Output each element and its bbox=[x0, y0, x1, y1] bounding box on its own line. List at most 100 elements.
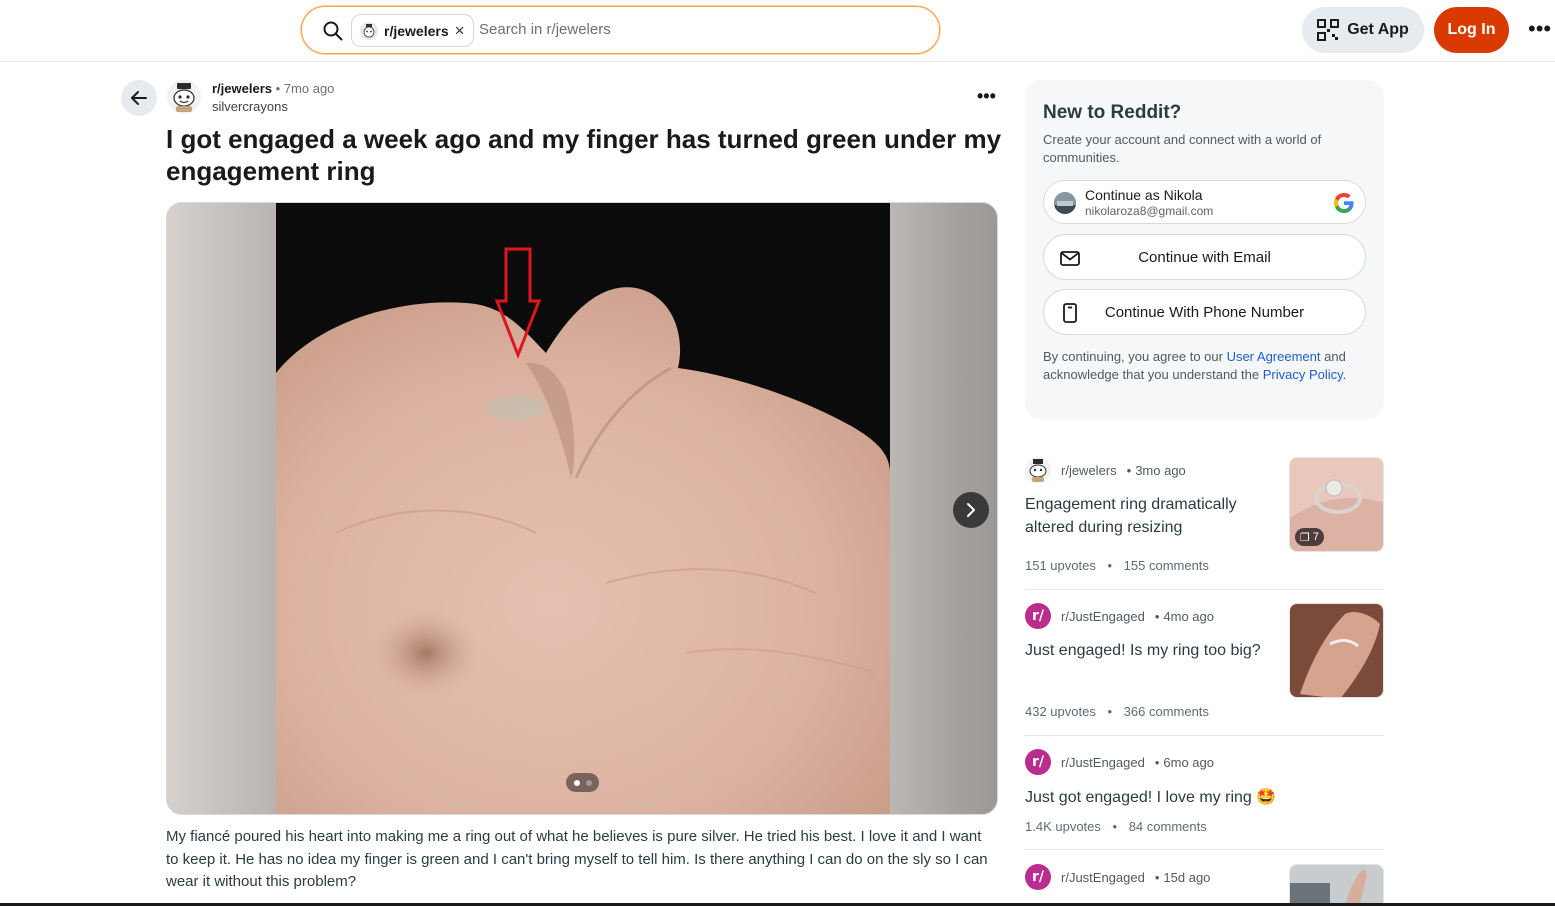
stats-separator: • bbox=[1107, 558, 1113, 573]
privacy-policy-link[interactable]: Privacy Policy bbox=[1263, 367, 1343, 382]
related-post-stats: 1.4K upvotes • 84 comments bbox=[1025, 819, 1207, 834]
carousel-indicator bbox=[566, 773, 599, 792]
post-author[interactable]: silvercrayons bbox=[212, 99, 288, 114]
search-input[interactable]: Search in r/jewelers bbox=[479, 21, 611, 38]
related-upvotes: 151 upvotes bbox=[1025, 558, 1096, 573]
legal-prefix: By continuing, you agree to our bbox=[1043, 349, 1227, 364]
top-bar: r/jewelers × Search in r/jewelers Get Ap… bbox=[0, 0, 1555, 62]
related-time: 4mo ago bbox=[1163, 608, 1214, 624]
meta-separator: • bbox=[1154, 608, 1160, 624]
post-meta: r/jewelers • 7mo ago bbox=[212, 81, 334, 96]
meta-separator: • bbox=[1154, 869, 1160, 885]
user-agreement-link[interactable]: User Agreement bbox=[1227, 349, 1321, 364]
related-subreddit[interactable]: r/JustEngaged bbox=[1061, 755, 1145, 770]
post-media-carousel[interactable] bbox=[166, 202, 998, 815]
justengaged-avatar-icon: r/ bbox=[1025, 749, 1051, 775]
get-app-label: Get App bbox=[1347, 21, 1409, 38]
stats-separator: • bbox=[1107, 704, 1113, 719]
carousel-next-button[interactable] bbox=[953, 492, 989, 528]
post-options-icon[interactable]: ••• bbox=[977, 86, 996, 107]
post-subreddit-link[interactable]: r/jewelers bbox=[212, 81, 272, 96]
subreddit-avatar-icon bbox=[360, 21, 378, 40]
continue-with-email-button[interactable]: Continue with Email bbox=[1043, 234, 1366, 280]
related-subreddit[interactable]: r/jewelers bbox=[1061, 463, 1117, 478]
log-in-button[interactable]: Log In bbox=[1434, 7, 1509, 53]
meta-separator: • bbox=[275, 81, 281, 96]
chip-close-icon[interactable]: × bbox=[455, 22, 465, 39]
justengaged-avatar-icon: r/ bbox=[1025, 603, 1051, 629]
search-icon bbox=[323, 21, 343, 41]
divider bbox=[1025, 735, 1384, 736]
arrow-left-icon bbox=[131, 91, 147, 105]
google-account-name: Continue as Nikola bbox=[1085, 187, 1203, 203]
related-comments: 84 comments bbox=[1128, 819, 1207, 834]
related-comments: 155 comments bbox=[1123, 558, 1209, 573]
related-upvotes: 1.4K upvotes bbox=[1025, 819, 1101, 834]
justengaged-avatar-icon: r/ bbox=[1025, 864, 1051, 890]
back-button[interactable] bbox=[121, 80, 157, 116]
stats-separator: • bbox=[1112, 819, 1118, 834]
signup-title: New to Reddit? bbox=[1043, 102, 1182, 123]
hand-thumbnail-image bbox=[1290, 604, 1383, 697]
hand-photo bbox=[276, 203, 890, 814]
gallery-count: 7 bbox=[1312, 531, 1319, 543]
qr-code-icon bbox=[1317, 19, 1340, 41]
related-upvotes: 432 upvotes bbox=[1025, 704, 1096, 719]
legal-text: By continuing, you agree to our User Agr… bbox=[1043, 348, 1363, 384]
subreddit-search-chip[interactable]: r/jewelers × bbox=[351, 14, 474, 47]
related-post-meta: r/ r/JustEngaged • 4mo ago bbox=[1025, 603, 1214, 629]
continue-with-phone-button[interactable]: Continue With Phone Number bbox=[1043, 289, 1366, 335]
carousel-dot[interactable] bbox=[585, 779, 592, 786]
related-post-thumbnail[interactable]: ❐ 7 bbox=[1289, 457, 1384, 552]
related-post-title[interactable]: Just got engaged! I love my ring 🤩 bbox=[1025, 786, 1365, 809]
related-time: 6mo ago bbox=[1163, 754, 1214, 770]
meta-separator: • bbox=[1126, 462, 1132, 478]
gallery-count-badge: ❐ 7 bbox=[1295, 528, 1324, 546]
related-post-thumbnail[interactable] bbox=[1289, 603, 1384, 698]
subreddit-avatar[interactable] bbox=[167, 80, 201, 114]
legal-suffix: . bbox=[1342, 367, 1347, 382]
related-post-meta: r/ r/JustEngaged • 6mo ago bbox=[1025, 749, 1214, 775]
related-time: 3mo ago bbox=[1135, 462, 1186, 478]
phone-button-label: Continue With Phone Number bbox=[1104, 304, 1305, 321]
more-options-icon[interactable]: ••• bbox=[1528, 16, 1551, 42]
media-blur-left bbox=[167, 203, 277, 814]
related-post-thumbnail[interactable] bbox=[1289, 864, 1384, 903]
carousel-dot-active[interactable] bbox=[573, 779, 580, 786]
signup-subtitle: Create your account and connect with a w… bbox=[1043, 132, 1322, 165]
related-subreddit[interactable]: r/JustEngaged bbox=[1061, 609, 1145, 624]
related-post[interactable]: r/ r/JustEngaged • 6mo ago Just got enga… bbox=[1025, 749, 1384, 839]
gallery-icon: ❐ bbox=[1300, 531, 1310, 544]
post-title: I got engaged a week ago and my finger h… bbox=[166, 124, 1002, 186]
signup-card: New to Reddit? Create your account and c… bbox=[1025, 80, 1384, 419]
related-subreddit[interactable]: r/JustEngaged bbox=[1061, 870, 1145, 885]
divider bbox=[1025, 849, 1384, 850]
related-comments: 366 comments bbox=[1123, 704, 1209, 719]
related-time: 15d ago bbox=[1163, 869, 1211, 885]
get-app-button[interactable]: Get App bbox=[1302, 7, 1424, 53]
google-account-email: nikolaroza8@gmail.com bbox=[1085, 204, 1214, 218]
subreddit-avatar-icon bbox=[1025, 457, 1051, 483]
post-body: My fiancé poured his heart into making m… bbox=[166, 828, 988, 890]
post-timestamp: 7mo ago bbox=[283, 81, 335, 96]
google-account-avatar bbox=[1054, 192, 1076, 214]
related-post[interactable]: r/ r/JustEngaged • 15d ago bbox=[1025, 864, 1384, 904]
post-image bbox=[276, 203, 890, 814]
related-post-meta: r/jewelers • 3mo ago bbox=[1025, 457, 1186, 483]
continue-with-google-button[interactable]: Continue as Nikola nikolaroza8@gmail.com bbox=[1043, 180, 1366, 224]
google-logo-icon bbox=[1334, 193, 1354, 213]
hand-thumbnail-image bbox=[1290, 865, 1383, 903]
chevron-right-icon bbox=[967, 503, 975, 517]
search-bar[interactable]: r/jewelers × Search in r/jewelers bbox=[301, 6, 940, 54]
related-post[interactable]: r/jewelers • 3mo ago Engagement ring dra… bbox=[1025, 457, 1384, 577]
related-post-stats: 432 upvotes • 366 comments bbox=[1025, 704, 1209, 719]
related-post[interactable]: r/ r/JustEngaged • 4mo ago Just engaged!… bbox=[1025, 603, 1384, 723]
search-chip-label: r/jewelers bbox=[384, 22, 449, 39]
related-post-meta: r/ r/JustEngaged • 15d ago bbox=[1025, 864, 1210, 890]
divider bbox=[1025, 589, 1384, 590]
related-post-title[interactable]: Engagement ring dramatically altered dur… bbox=[1025, 493, 1280, 539]
related-post-stats: 151 upvotes • 155 comments bbox=[1025, 558, 1209, 573]
email-button-label: Continue with Email bbox=[1138, 249, 1271, 266]
related-post-title[interactable]: Just engaged! Is my ring too big? bbox=[1025, 639, 1280, 662]
meta-separator: • bbox=[1154, 754, 1160, 770]
